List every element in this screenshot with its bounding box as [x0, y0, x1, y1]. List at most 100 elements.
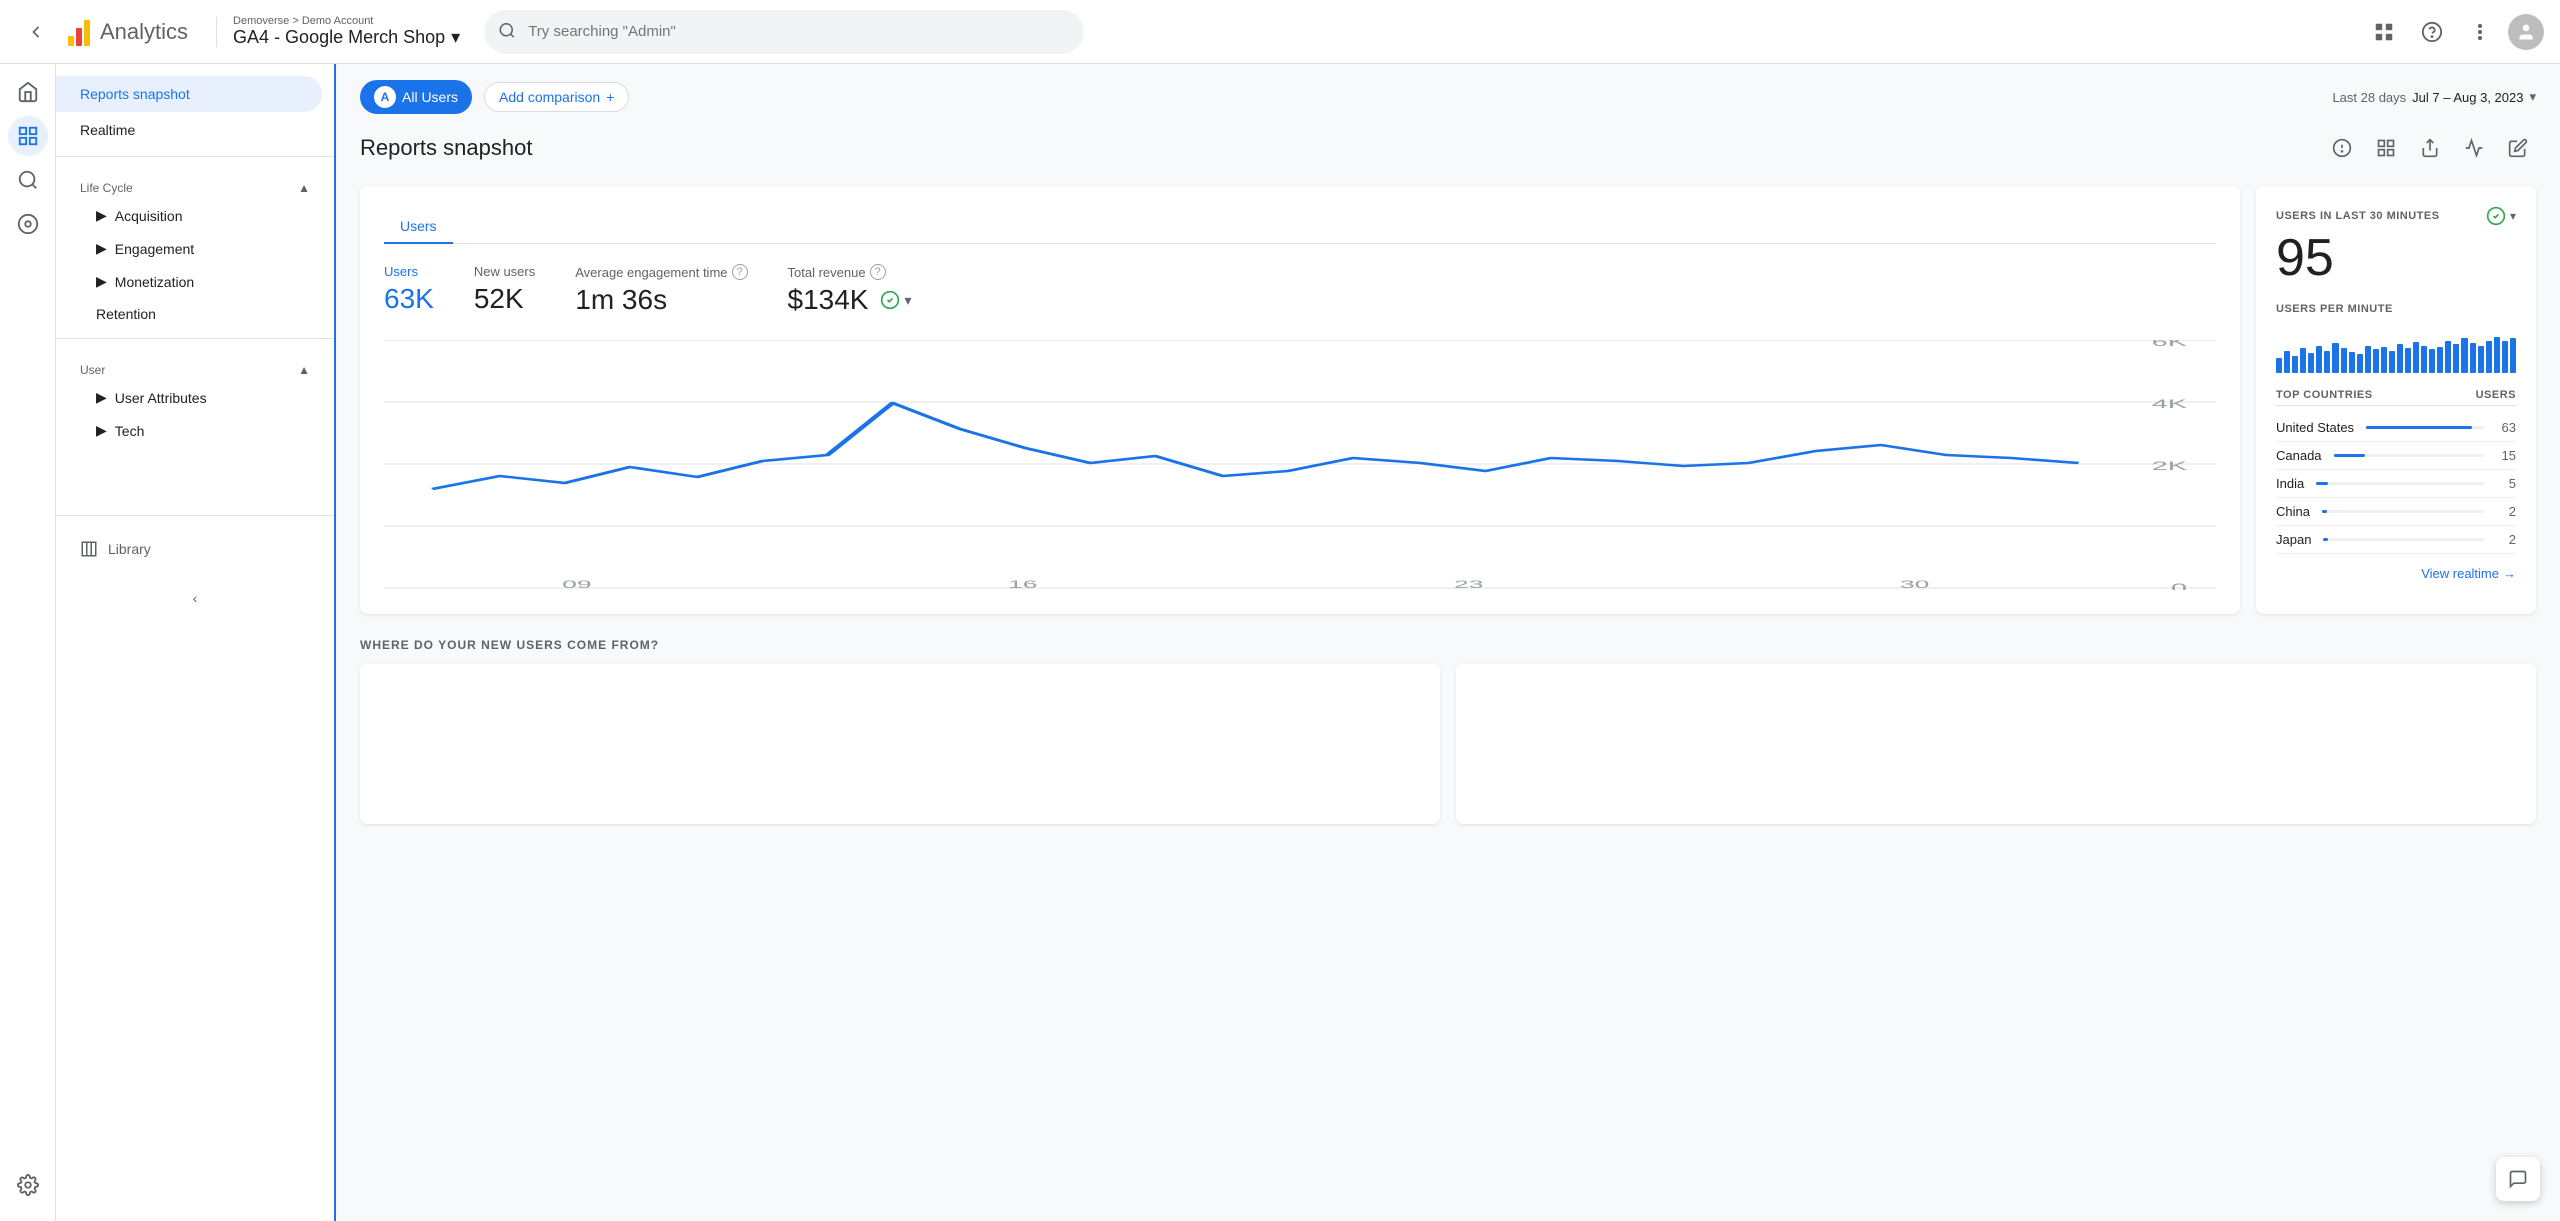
view-realtime-button[interactable]: View realtime → — [2276, 566, 2516, 581]
property-name: GA4 - Google Merch Shop — [233, 27, 445, 48]
mini-bar-5 — [2316, 346, 2322, 374]
sidebar-section-user[interactable]: User ▲ — [56, 347, 334, 381]
sidebar-item-realtime[interactable]: Realtime — [56, 112, 334, 148]
header-actions — [2364, 12, 2544, 52]
country-row-1: Canada 15 — [2276, 442, 2516, 470]
date-range-value: Jul 7 – Aug 3, 2023 — [2412, 90, 2523, 105]
customize-button[interactable] — [2368, 130, 2404, 166]
metric-users: Users 63K — [384, 264, 434, 316]
sidebar-item-acquisition[interactable]: ▶ Acquisition — [56, 199, 334, 232]
metric-engagement-label: Average engagement time ? — [575, 264, 747, 280]
svg-text:4K: 4K — [2152, 397, 2188, 411]
realtime-dropdown-icon[interactable]: ▾ — [2510, 209, 2516, 223]
sidebar-library-button[interactable]: Library — [56, 524, 334, 574]
library-label: Library — [108, 541, 151, 557]
revenue-dropdown-icon[interactable]: ▾ — [904, 292, 911, 309]
country-count-4: 2 — [2496, 532, 2516, 547]
sidebar-item-user-attributes[interactable]: ▶ User Attributes — [56, 381, 334, 414]
add-comparison-button[interactable]: Add comparison + — [484, 82, 629, 112]
chart-tab-label: Users — [400, 218, 437, 234]
mini-bar-17 — [2413, 342, 2419, 373]
country-bar-4 — [2323, 538, 2328, 541]
feedback-button[interactable] — [2496, 1157, 2540, 1201]
mini-bar-1 — [2284, 351, 2290, 374]
mini-bar-24 — [2470, 343, 2476, 373]
svg-text:16: 16 — [1008, 579, 1037, 590]
country-bar-1 — [2334, 454, 2366, 457]
mini-bar-25 — [2478, 346, 2484, 374]
breadcrumb: Demoverse > Demo Account — [233, 15, 460, 27]
main-content: A All Users Add comparison + Last 28 day… — [336, 64, 2560, 1221]
country-row-3: China 2 — [2276, 498, 2516, 526]
bottom-card-1 — [360, 664, 1440, 824]
expand-icon: ▶ — [96, 389, 107, 406]
chart-tab-users[interactable]: Users — [384, 210, 453, 244]
realtime-check-icon — [2486, 206, 2506, 226]
users-per-min-label: USERS PER MINUTE — [2276, 303, 2516, 315]
sidebar-item-tech[interactable]: ▶ Tech — [56, 414, 334, 447]
sidebar-item-engagement[interactable]: ▶ Engagement — [56, 232, 334, 265]
sidebar-item-retention[interactable]: Retention — [56, 298, 334, 330]
nav-icon-bar — [0, 64, 56, 1221]
app-header: Analytics Demoverse > Demo Account GA4 -… — [0, 0, 2560, 64]
country-bar-wrap-3 — [2322, 510, 2484, 513]
property-selector[interactable]: GA4 - Google Merch Shop ▾ — [233, 27, 460, 48]
insights-button[interactable] — [2324, 130, 2360, 166]
sidebar: Reports snapshot Realtime Life Cycle ▲ ▶… — [56, 64, 336, 1221]
sidebar-section-lifecycle[interactable]: Life Cycle ▲ — [56, 165, 334, 199]
apps-grid-button[interactable] — [2364, 12, 2404, 52]
all-users-label: All Users — [402, 89, 458, 105]
user-collapse-icon: ▲ — [298, 363, 310, 377]
mini-bar-23 — [2461, 338, 2467, 373]
bottom-section-title: WHERE DO YOUR NEW USERS COME FROM? — [360, 638, 2536, 652]
metric-engagement: Average engagement time ? 1m 36s — [575, 264, 747, 316]
revenue-info-icon[interactable]: ? — [870, 264, 886, 280]
topbar-left: A All Users Add comparison + — [360, 80, 629, 114]
logo-icon — [68, 18, 90, 46]
back-button[interactable] — [16, 12, 56, 52]
more-options-button[interactable] — [2460, 12, 2500, 52]
view-realtime-label: View realtime — [2421, 566, 2499, 581]
date-dropdown-icon: ▾ — [2529, 89, 2536, 105]
sidebar-collapse-button[interactable]: ‹ — [179, 582, 211, 614]
edit-button[interactable] — [2500, 130, 2536, 166]
all-users-button[interactable]: A All Users — [360, 80, 472, 114]
mini-bar-3 — [2300, 348, 2306, 373]
metric-revenue: Total revenue ? $134K ▾ — [788, 264, 912, 316]
mini-bar-18 — [2421, 346, 2427, 374]
sidebar-item-monetization[interactable]: ▶ Monetization — [56, 265, 334, 298]
engagement-info-icon[interactable]: ? — [732, 264, 748, 280]
nav-reports-button[interactable] — [8, 116, 48, 156]
compare-button[interactable] — [2456, 130, 2492, 166]
bottom-card-2 — [1456, 664, 2536, 824]
help-button[interactable] — [2412, 12, 2452, 52]
avatar[interactable] — [2508, 14, 2544, 50]
nav-explore-button[interactable] — [8, 160, 48, 200]
mini-bar-26 — [2486, 341, 2492, 374]
nav-settings-button[interactable] — [8, 1165, 48, 1205]
country-bar-2 — [2316, 482, 2328, 485]
sidebar-child-label: Retention — [96, 306, 156, 322]
sidebar-item-reports-snapshot[interactable]: Reports snapshot — [56, 76, 322, 112]
country-row-0: United States 63 — [2276, 414, 2516, 442]
share-button[interactable] — [2412, 130, 2448, 166]
nav-advertising-button[interactable] — [8, 204, 48, 244]
country-bar-wrap-1 — [2334, 454, 2484, 457]
mini-bar-12 — [2373, 349, 2379, 373]
mini-bar-19 — [2429, 349, 2435, 373]
bottom-cards — [360, 664, 2536, 824]
country-bar-0 — [2366, 426, 2472, 429]
nav-home-button[interactable] — [8, 72, 48, 112]
search-input[interactable] — [484, 10, 1084, 54]
country-bar-wrap-4 — [2323, 538, 2484, 541]
countries-list: United States 63 Canada 15 India 5 China… — [2276, 414, 2516, 554]
mini-bar-27 — [2494, 337, 2500, 373]
mini-bar-4 — [2308, 353, 2314, 373]
mini-bar-14 — [2389, 351, 2395, 374]
lifecycle-label: Life Cycle — [80, 181, 133, 195]
user-label: User — [80, 363, 105, 377]
expand-icon: ▶ — [96, 207, 107, 224]
country-name-1: Canada — [2276, 448, 2322, 463]
expand-icon: ▶ — [96, 422, 107, 439]
date-range-selector[interactable]: Last 28 days Jul 7 – Aug 3, 2023 ▾ — [2332, 89, 2536, 105]
